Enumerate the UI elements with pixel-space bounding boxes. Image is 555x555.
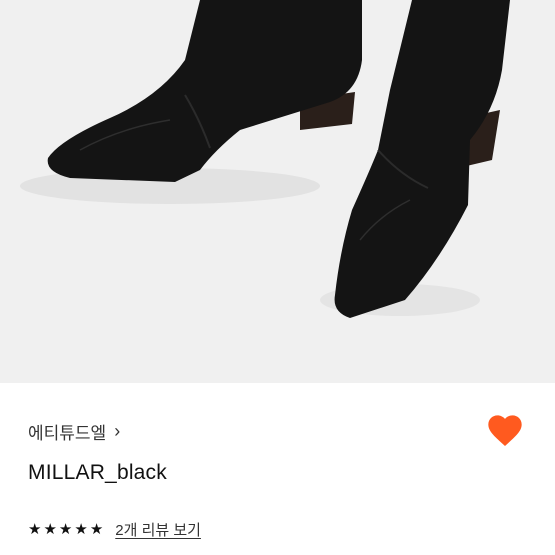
heart-icon[interactable] (485, 411, 525, 451)
product-info: 에티튜드엘 › MILLAR_black ★ ★ ★ ★ ★ 2개 리뷰 보기 (0, 383, 555, 555)
rating-row: ★ ★ ★ ★ ★ 2개 리뷰 보기 (28, 519, 201, 540)
chevron-right-icon: › (114, 421, 121, 441)
star-icon: ★ (28, 521, 42, 538)
star-icon: ★ (74, 521, 88, 538)
product-title: MILLAR_black (28, 461, 167, 484)
brand-name: 에티튜드엘 (28, 424, 107, 443)
brand-link[interactable]: 에티튜드엘 › (28, 419, 120, 444)
star-icon: ★ (58, 521, 73, 538)
boots-photo (0, 0, 555, 383)
review-link[interactable]: 2개 리뷰 보기 (115, 519, 201, 540)
star-icon: ★ (43, 521, 57, 538)
product-image[interactable] (0, 0, 555, 383)
star-rating: ★ ★ ★ ★ ★ (28, 522, 103, 537)
star-icon: ★ (89, 521, 104, 538)
